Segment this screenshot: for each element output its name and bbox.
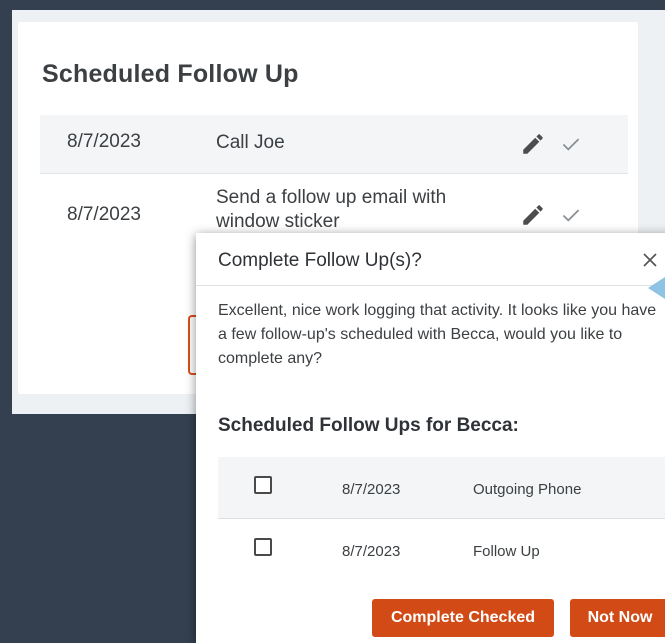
close-icon[interactable] bbox=[639, 249, 661, 271]
follow-up-description: Send a follow up email with window stick… bbox=[216, 187, 447, 232]
dialog-message: Excellent, nice work logging that activi… bbox=[218, 302, 657, 367]
follow-up-date: 8/7/2023 bbox=[67, 204, 141, 225]
follow-up-description: Call Joe bbox=[216, 132, 285, 153]
not-now-button[interactable]: Not Now bbox=[570, 599, 665, 637]
complete-check-icon[interactable] bbox=[558, 202, 584, 228]
follow-up-date: 8/7/2023 bbox=[67, 131, 141, 152]
dialog-follow-up-date: 8/7/2023 bbox=[342, 543, 401, 560]
dialog-follow-up-type: Outgoing Phone bbox=[473, 481, 582, 498]
dialog-follow-up-date: 8/7/2023 bbox=[342, 481, 401, 498]
edit-pencil-icon[interactable] bbox=[520, 131, 546, 157]
dialog-follow-up-row: 8/7/2023 Outgoing Phone bbox=[218, 457, 665, 519]
tooltip-pointer bbox=[648, 277, 665, 299]
complete-checked-button[interactable]: Complete Checked bbox=[372, 599, 554, 637]
edit-pencil-icon[interactable] bbox=[520, 202, 546, 228]
dialog-divider bbox=[196, 285, 665, 286]
dialog-title: Complete Follow Up(s)? bbox=[218, 250, 422, 271]
dialog-subtitle: Scheduled Follow Ups for Becca: bbox=[218, 415, 519, 436]
follow-up-row: 8/7/2023 Call Joe bbox=[40, 115, 628, 174]
dialog-follow-up-row: 8/7/2023 Follow Up bbox=[218, 519, 665, 580]
dialog-follow-up-type: Follow Up bbox=[473, 543, 540, 560]
follow-up-checkbox[interactable] bbox=[254, 538, 272, 556]
card-title: Scheduled Follow Up bbox=[42, 60, 299, 88]
complete-follow-ups-dialog: Complete Follow Up(s)? Excellent, nice w… bbox=[196, 233, 665, 643]
follow-up-checkbox[interactable] bbox=[254, 476, 272, 494]
complete-check-icon[interactable] bbox=[558, 131, 584, 157]
